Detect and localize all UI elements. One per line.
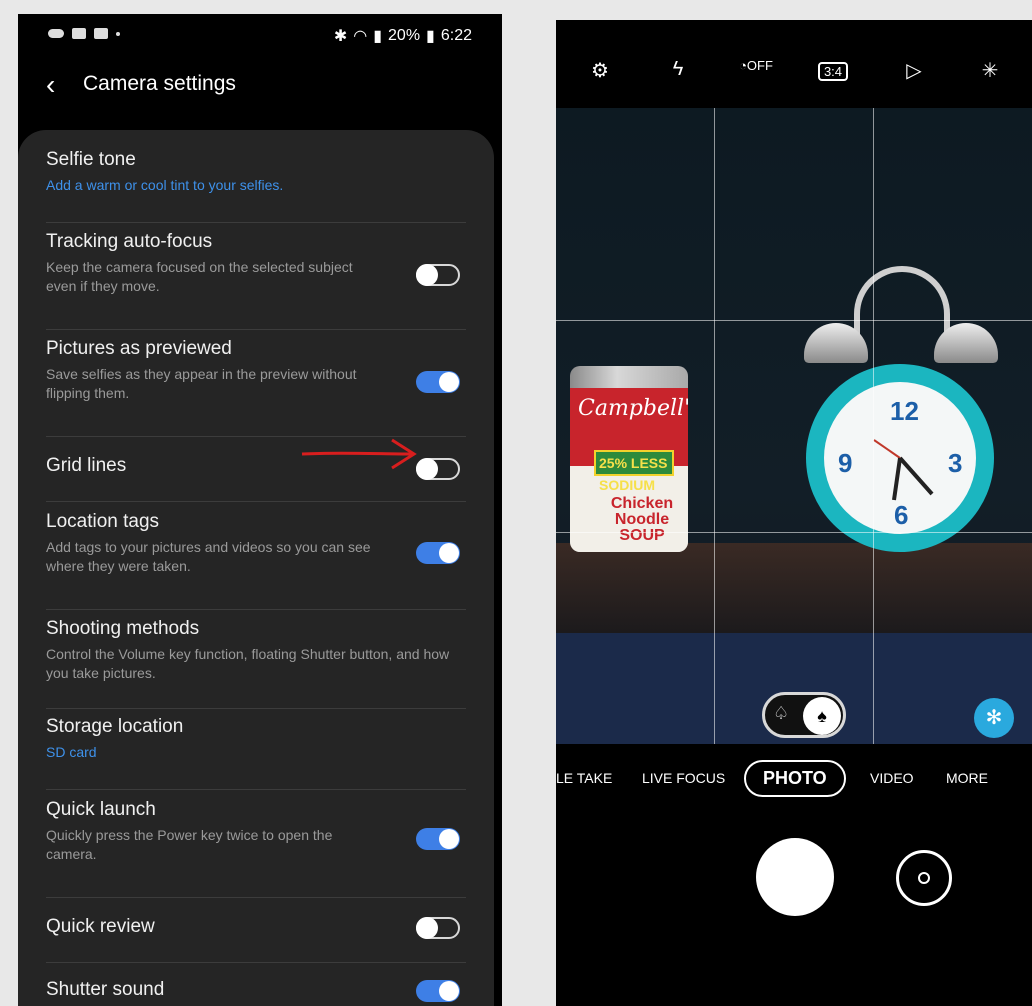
can-brand-text: Campbell's: [578, 396, 688, 421]
clock-hands-icon: 12 9 3 6: [838, 396, 962, 530]
svg-text:12: 12: [890, 396, 919, 426]
shutter-sound-toggle[interactable]: [416, 980, 460, 1002]
setting-selfie-tone[interactable]: Selfie tone Add a warm or cool tint to y…: [46, 148, 466, 223]
cloud-icon: [48, 29, 64, 38]
back-arrow-icon[interactable]: ‹: [46, 68, 55, 102]
mute-icon: ✱: [333, 28, 348, 45]
settings-icon[interactable]: ⚙: [582, 58, 618, 83]
camera-mode-bar: LE TAKE LIVE FOCUS PHOTO VIDEO MORE: [556, 760, 1032, 797]
notification-icon: [72, 28, 86, 39]
setting-title: Shutter sound: [46, 979, 165, 1000]
battery-icon: ▮: [426, 28, 435, 45]
setting-description: Add a warm or cool tint to your selfies.: [46, 177, 284, 193]
setting-storage-location[interactable]: Storage location SD card: [46, 715, 466, 790]
title-bar: ‹ Camera settings: [18, 64, 502, 108]
timer-off-icon[interactable]: ◔OFF: [738, 58, 774, 73]
switch-camera-button[interactable]: [896, 850, 952, 906]
mode-more[interactable]: MORE: [946, 770, 988, 786]
grid-line-horizontal-2: [556, 532, 1032, 533]
setting-location-tags[interactable]: Location tags Add tags to your pictures …: [46, 510, 466, 610]
lens-switch-toggle[interactable]: ♤ ♠: [762, 692, 846, 738]
setting-description: Keep the camera focused on the selected …: [46, 259, 353, 294]
grid-line-vertical-2: [873, 108, 874, 744]
grid-line-vertical-1: [714, 108, 715, 744]
wide-lens-icon: ♤: [773, 703, 790, 723]
aspect-ratio-label: 3:4: [823, 64, 843, 79]
tracking-auto-focus-toggle[interactable]: [416, 264, 460, 286]
setting-title: Quick launch: [46, 799, 156, 820]
can-badge-text: 25% LESS SODIUM: [594, 450, 674, 493]
setting-quick-launch[interactable]: Quick launch Quickly press the Power key…: [46, 798, 466, 898]
signal-icon: ▮: [373, 28, 383, 45]
camera-viewfinder[interactable]: Campbell's 25% LESS SODIUM Chicken Noodl…: [556, 108, 1032, 744]
shutter-button[interactable]: [756, 838, 834, 916]
pictures-as-previewed-toggle[interactable]: [416, 371, 460, 393]
setting-title: Pictures as previewed: [46, 338, 232, 359]
status-bar: ✱ ◠ ▮ 20% ▮ 6:22: [18, 14, 502, 60]
flash-off-icon[interactable]: ϟ: [660, 58, 696, 81]
quick-review-toggle[interactable]: [416, 917, 460, 939]
setting-title: Quick review: [46, 916, 155, 937]
setting-shooting-methods[interactable]: Shooting methods Control the Volume key …: [46, 617, 466, 709]
grid-lines-toggle[interactable]: [416, 458, 460, 480]
setting-description: SD card: [46, 744, 97, 760]
setting-shutter-sound[interactable]: Shutter sound: [46, 970, 466, 1006]
setting-description: Add tags to your pictures and videos so …: [46, 539, 371, 574]
svg-text:9: 9: [838, 448, 852, 478]
setting-title: Tracking auto-focus: [46, 231, 213, 252]
switch-camera-icon: [918, 872, 930, 884]
setting-title: Storage location: [46, 716, 184, 737]
scene-optimizer-button[interactable]: ✻: [974, 698, 1014, 738]
page-title: Camera settings: [83, 72, 236, 95]
clock-time: 6:22: [440, 27, 472, 44]
setting-title: Shooting methods: [46, 618, 200, 639]
annotation-arrow-icon: [301, 438, 417, 470]
setting-tracking-auto-focus[interactable]: Tracking auto-focus Keep the camera focu…: [46, 230, 466, 330]
quick-launch-toggle[interactable]: [416, 828, 460, 850]
setting-title: Location tags: [46, 511, 160, 532]
setting-description: Save selfies as they appear in the previ…: [46, 366, 357, 401]
svg-text:6: 6: [894, 500, 908, 530]
setting-pictures-as-previewed[interactable]: Pictures as previewed Save selfies as th…: [46, 337, 466, 437]
setting-description: Control the Volume key function, floatin…: [46, 646, 450, 681]
setting-quick-review[interactable]: Quick review: [46, 905, 466, 963]
timer-label: OFF: [746, 58, 773, 73]
grid-line-horizontal-1: [556, 320, 1032, 321]
mode-live-focus[interactable]: LIVE FOCUS: [642, 770, 725, 786]
settings-screen: ✱ ◠ ▮ 20% ▮ 6:22 ‹ Camera settings Selfi…: [18, 14, 502, 1006]
setting-title: Selfie tone: [46, 149, 136, 170]
standard-lens-icon: ♠: [803, 697, 841, 735]
battery-percent: 20%: [388, 27, 421, 44]
clock-handle: [854, 266, 950, 346]
more-notifications-dot-icon: [116, 31, 120, 36]
motion-photo-icon[interactable]: ▷: [896, 58, 932, 83]
settings-list: Selfie tone Add a warm or cool tint to y…: [18, 130, 494, 1006]
filter-icon[interactable]: ✳: [972, 58, 1008, 83]
svg-text:3: 3: [948, 448, 962, 478]
can-label-text: Chicken Noodle SOUP: [610, 495, 674, 544]
mode-photo[interactable]: PHOTO: [744, 760, 846, 797]
camera-toolbar: ⚙ ϟ ◔OFF 3:4 ▷ ✳: [556, 20, 1032, 106]
aspect-ratio-icon[interactable]: 3:4: [818, 62, 848, 81]
clock-face: 12 9 3 6: [824, 382, 976, 534]
soup-can: Campbell's 25% LESS SODIUM Chicken Noodl…: [570, 366, 688, 552]
mode-video[interactable]: VIDEO: [870, 770, 914, 786]
location-tags-toggle[interactable]: [416, 542, 460, 564]
setting-description: Quickly press the Power key twice to ope…: [46, 827, 333, 862]
wifi-icon: ◠: [353, 28, 368, 45]
alarm-clock: 12 9 3 6: [806, 364, 994, 552]
mode-single-take[interactable]: LE TAKE: [556, 770, 612, 786]
shelf: [556, 543, 1032, 633]
gallery-icon: [94, 28, 108, 39]
camera-screen: ⚙ ϟ ◔OFF 3:4 ▷ ✳ Campbell's 25% LESS SOD…: [556, 20, 1032, 1006]
